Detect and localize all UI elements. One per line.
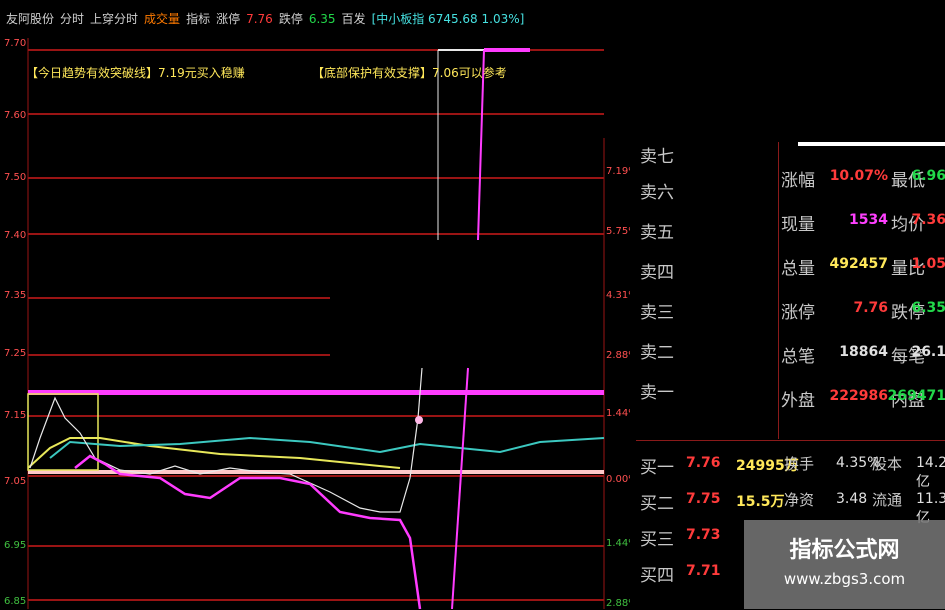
stat-value: 269471 [887, 388, 945, 404]
topbar-item: 指标 [186, 12, 211, 26]
left-tick-label: 7.60 [4, 110, 26, 121]
stat-value: 26.1 [911, 344, 945, 360]
stats-row: 涨停 7.76 跌停 6.35 [779, 290, 945, 326]
right-tick-label: 5.75% [606, 226, 630, 237]
ask-item: 卖一 [640, 383, 674, 403]
topbar-item: 成交量 [144, 12, 181, 26]
topbar-item: 7.76 [246, 12, 273, 26]
stat-value: 6.35 [911, 300, 945, 316]
left-tick-label: 6.95 [4, 540, 26, 551]
stat-label: 外盘 [781, 391, 815, 411]
annotation-breakout: 【今日趋势有效突破线】7.19元买入稳赚 [26, 66, 245, 80]
bid-price: 7.75 [686, 491, 721, 507]
stat-value: 492457 [829, 256, 888, 272]
ask-item: 卖二 [640, 343, 674, 363]
stat-label: 涨幅 [781, 171, 815, 191]
topbar-item: 分时 [60, 12, 85, 26]
ask-item: 卖五 [640, 223, 674, 243]
right-tick-label: 1.44% [606, 408, 630, 419]
stats-row: 涨幅 10.07% 最低 6.96 [779, 158, 945, 194]
bid-label: 买三 [640, 530, 674, 550]
topbar-item: [中小板指 6745.68 1.03%] [371, 12, 525, 26]
ask-item: 卖六 [640, 183, 674, 203]
ask-item: 卖三 [640, 303, 674, 323]
breakout-band [28, 390, 604, 395]
stats-panel: 涨幅 10.07% 最低 6.96 现量 1534 均价 7.36 总量 492457 量比 1.05… [778, 142, 945, 439]
stat-value: 18864 [839, 344, 888, 360]
info-label: 股本 [872, 455, 903, 473]
left-tick-label: 6.85 [4, 596, 26, 607]
right-tick-label: 2.88% [606, 598, 630, 609]
signal-dot [415, 416, 423, 424]
top-status-bar: 友阿股份 分时 上穿分时 成交量 指标 涨停 7.76 跌停 6.35 百发 [中小板指 6745.… [0, 0, 540, 38]
right-tick-label: 4.31% [606, 290, 630, 301]
topbar-item: 6.35 [308, 12, 336, 26]
watermark-url: www.zbgs3.com [783, 570, 906, 588]
stat-value: 1534 [849, 212, 888, 228]
ask-item: 卖七 [640, 147, 674, 167]
bid-price: 7.73 [686, 527, 721, 543]
left-tick-label: 7.40 [4, 230, 26, 241]
stats-row: 现量 1534 均价 7.36 [779, 202, 945, 238]
stat-value: 222986 [829, 388, 888, 404]
intraday-chart: 7.70 7.60 7.50 7.40 7.35 7.25 7.15 7.05 6.95 6.85… [4, 38, 630, 609]
right-tick-label: 0.00% [606, 474, 630, 485]
stat-label: 涨停 [781, 303, 815, 323]
bid-price: 7.76 [686, 455, 721, 471]
info-label: 换手 [784, 455, 815, 473]
stat-value: 10.07% [829, 168, 888, 184]
left-tick-label: 7.50 [4, 172, 26, 183]
bid-label: 买四 [640, 566, 674, 586]
bid-price: 7.71 [686, 563, 721, 579]
stat-label: 现量 [781, 215, 815, 235]
left-tick-label: 7.05 [4, 476, 26, 487]
info-label: 流通 [872, 491, 903, 509]
bid-label: 买二 [640, 494, 674, 514]
left-tick-label: 7.25 [4, 348, 26, 359]
topbar-item: 跌停 [278, 12, 303, 26]
stat-value: 7.76 [853, 300, 888, 316]
watermark: 指标公式网 www.zbgs3.com [744, 520, 945, 609]
stat-value: 1.05 [911, 256, 945, 272]
stats-row: 外盘 222986 内盘 269471 [779, 378, 945, 414]
stat-label: 总量 [781, 259, 815, 279]
ask-item: 卖四 [640, 263, 674, 283]
topbar-item: 百发 [341, 12, 366, 26]
bid-row: 买一 7.76 24995万 换手 4.35% 股本 14.2亿 [636, 447, 945, 490]
magenta-price-line [74, 454, 422, 609]
left-tick-label: 7.35 [4, 290, 26, 301]
stats-row: 总量 492457 量比 1.05 [779, 246, 945, 282]
watermark-title: 指标公式网 [789, 538, 900, 563]
right-tick-label: 1.44% [606, 538, 630, 549]
bid-volume: 15.5万 [736, 494, 785, 510]
topbar-item: 涨停 [216, 12, 241, 26]
stat-label: 总笔 [781, 347, 815, 367]
stat-value: 7.36 [911, 212, 945, 228]
stat-value: 6.96 [911, 168, 945, 184]
stats-row: 总笔 18864 每笔 26.1 [779, 334, 945, 370]
magenta-rise-line [451, 367, 469, 609]
index-line [49, 436, 605, 459]
topbar-item: 友阿股份 [6, 12, 55, 26]
left-tick-label: 7.70 [4, 38, 26, 49]
info-value: 3.48 [836, 491, 868, 507]
bid-row: 买二 7.75 15.5万 净资 3.48 流通 11.3亿 [636, 483, 945, 526]
right-tick-label: 7.19% [606, 166, 630, 177]
right-tick-label: 2.88% [606, 350, 630, 361]
annotation-support: 【底部保护有效支撑】7.06可以参考 [312, 66, 507, 80]
left-tick-label: 7.15 [4, 410, 26, 421]
info-label: 净资 [784, 491, 815, 509]
bid-label: 买一 [640, 458, 674, 478]
topbar-item: 上穿分时 [90, 12, 139, 26]
